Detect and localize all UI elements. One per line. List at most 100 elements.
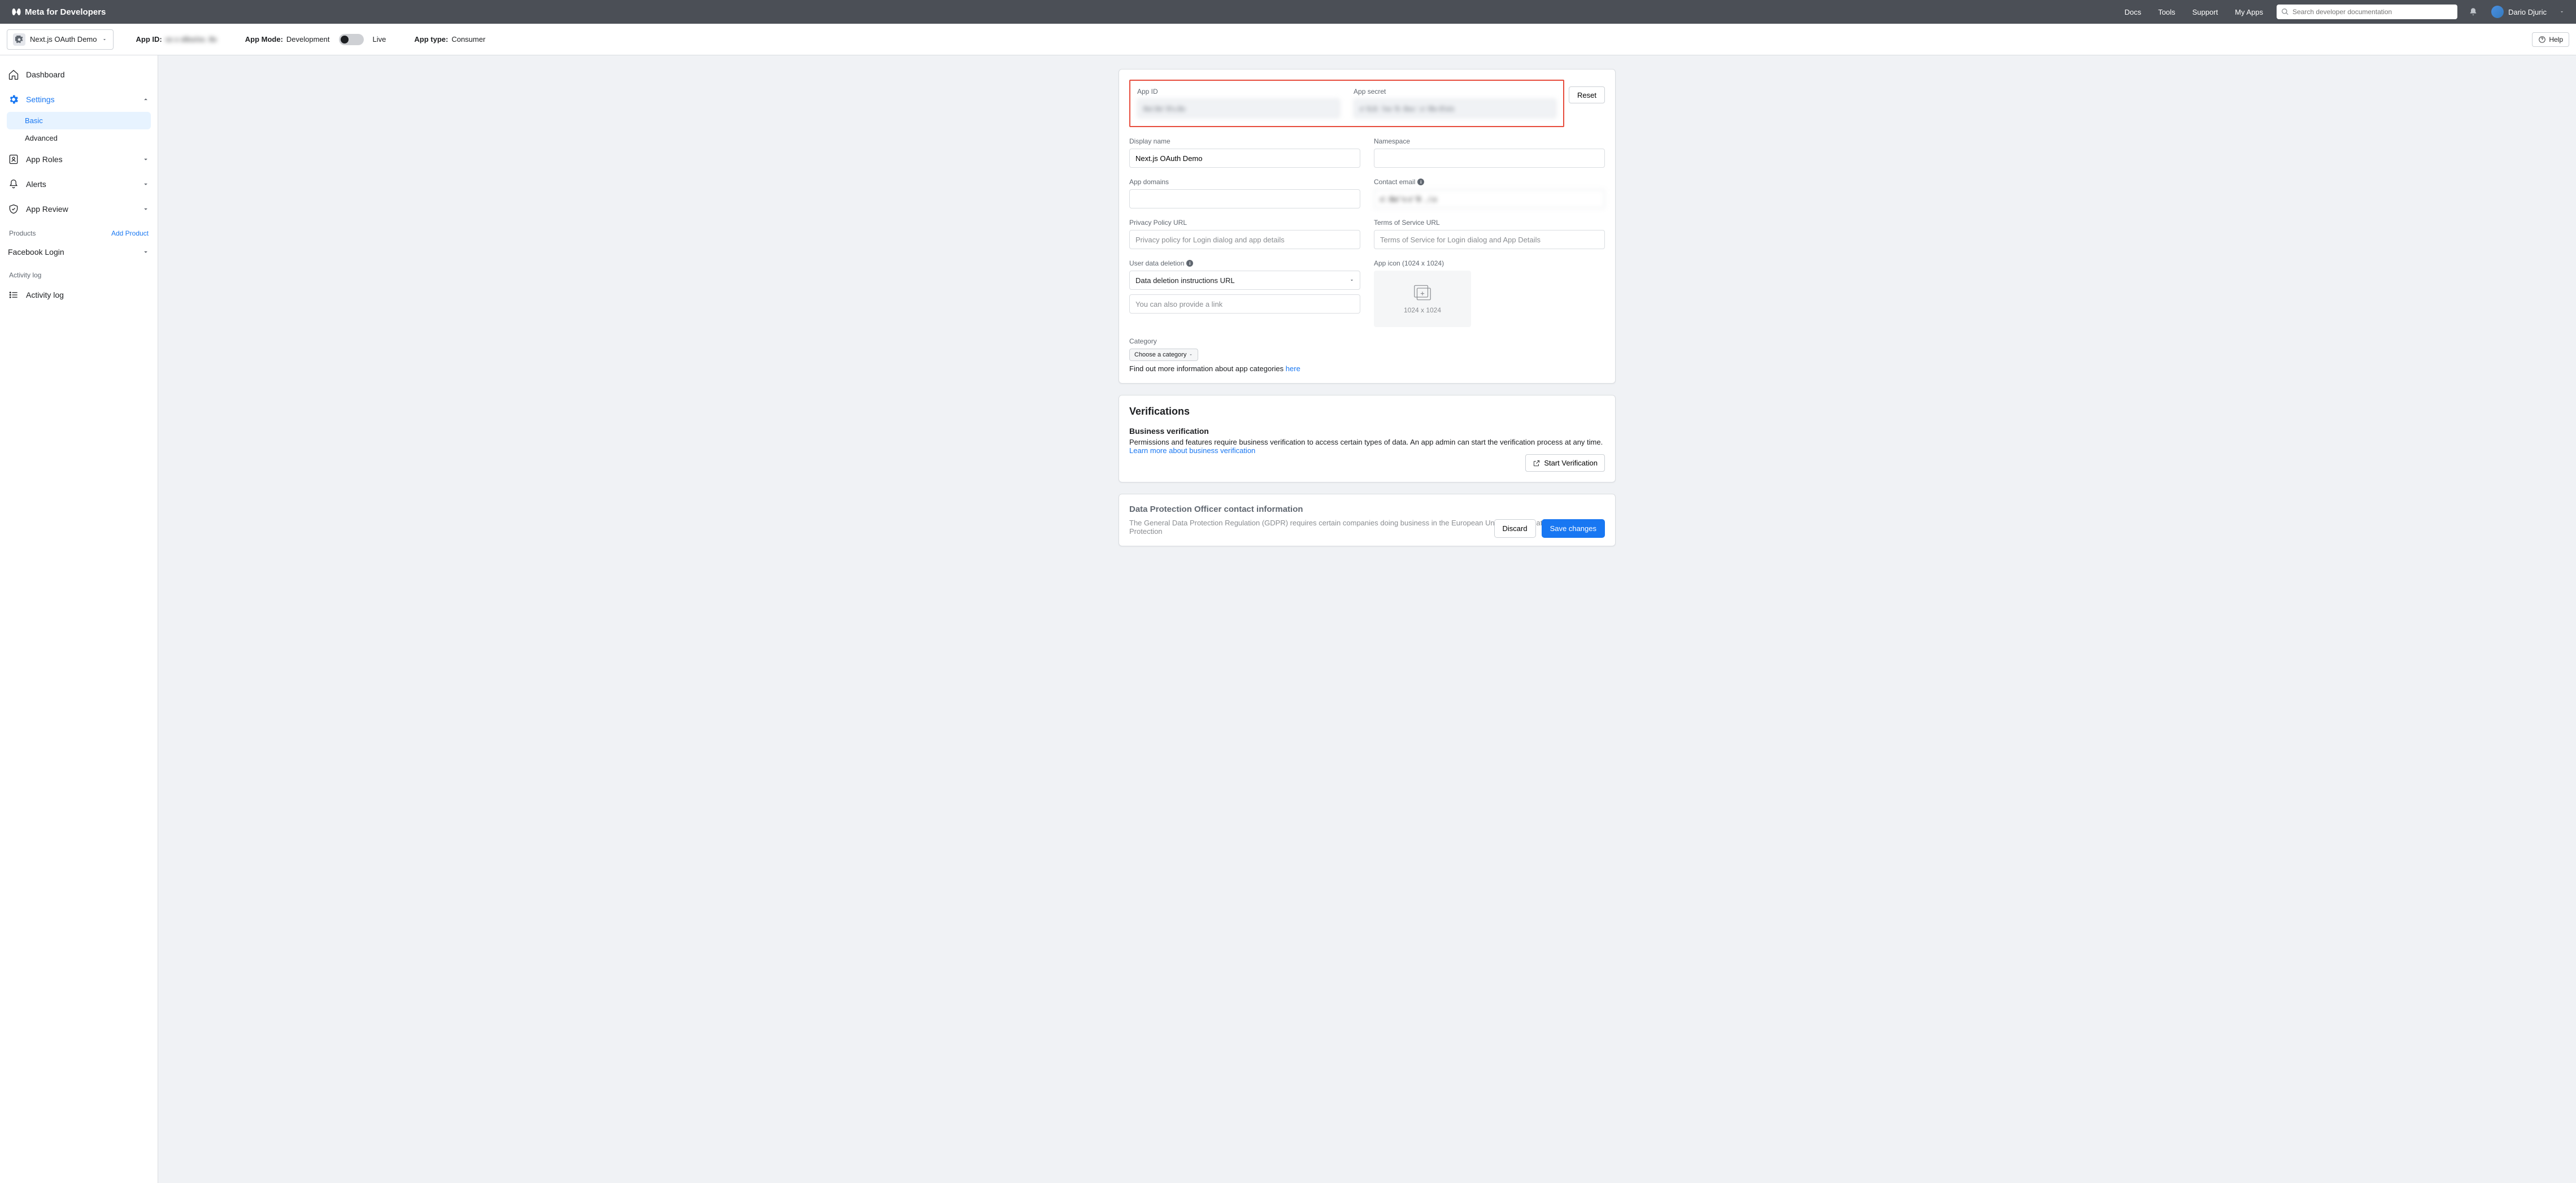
nav-links: Docs Tools Support My Apps bbox=[2125, 8, 2263, 16]
udd-select[interactable]: Data deletion instructions URL bbox=[1129, 271, 1360, 290]
app-id-value: xx x x8xx/xx. 8x bbox=[166, 35, 217, 44]
house-icon bbox=[8, 69, 19, 80]
search-icon bbox=[2281, 8, 2289, 16]
mode-toggle[interactable] bbox=[339, 34, 364, 45]
app-selector[interactable]: Next.js OAuth Demo bbox=[7, 29, 114, 50]
sidebar-alerts[interactable]: Alerts bbox=[0, 172, 158, 197]
brand[interactable]: Meta for Developers bbox=[11, 7, 106, 17]
user-name: Dario Djuric bbox=[2508, 8, 2547, 16]
verif-learn-more-link[interactable]: Learn more about business verification bbox=[1129, 446, 1255, 455]
display-name-label: Display name bbox=[1129, 137, 1360, 145]
udd-label: User data deletion i bbox=[1129, 259, 1360, 267]
app-type-meta: App type: Consumer bbox=[414, 35, 485, 44]
privacy-field[interactable] bbox=[1129, 230, 1360, 249]
add-product-link[interactable]: Add Product bbox=[111, 229, 149, 237]
external-icon bbox=[1533, 459, 1541, 467]
help-icon bbox=[2538, 36, 2546, 44]
search-input[interactable] bbox=[2292, 8, 2453, 16]
category-help: Find out more information about app cate… bbox=[1129, 364, 1605, 373]
chevron-down-icon bbox=[142, 155, 150, 163]
app-icon-uploader[interactable]: 1024 x 1024 bbox=[1374, 271, 1471, 327]
chevron-up-icon bbox=[142, 95, 150, 103]
app-bar: Next.js OAuth Demo App ID: xx x x8xx/xx.… bbox=[0, 24, 2576, 55]
verif-subtitle: Business verification bbox=[1129, 427, 1605, 436]
sidebar-activity-log[interactable]: Activity log bbox=[0, 282, 158, 307]
sidebar-settings[interactable]: Settings bbox=[0, 87, 158, 112]
sidebar-facebook-login[interactable]: Facebook Login bbox=[0, 241, 158, 263]
category-select[interactable]: Choose a category bbox=[1129, 349, 1198, 361]
avatar bbox=[2491, 6, 2504, 18]
app-icon-label: App icon (1024 x 1024) bbox=[1374, 259, 1605, 267]
bell-icon[interactable] bbox=[2469, 7, 2478, 16]
bell-icon bbox=[8, 179, 19, 190]
sidebar: Dashboard Settings Basic Advanced App Ro… bbox=[0, 55, 158, 1183]
dpo-title: Data Protection Officer contact informat… bbox=[1129, 504, 1605, 514]
footer-actions: Discard Save changes bbox=[1494, 519, 1605, 538]
sidebar-settings-advanced[interactable]: Advanced bbox=[25, 129, 158, 147]
app-id-meta: App ID: xx x x8xx/xx. 8x bbox=[136, 35, 217, 44]
chevron-down-icon bbox=[2559, 9, 2565, 15]
sidebar-app-roles[interactable]: App Roles bbox=[0, 147, 158, 172]
contact-email-field[interactable] bbox=[1374, 189, 1605, 208]
sidebar-dashboard[interactable]: Dashboard bbox=[0, 62, 158, 87]
meta-icon bbox=[11, 7, 21, 17]
udd-link-field[interactable] bbox=[1129, 294, 1360, 314]
sidebar-products-label: Products Add Product bbox=[0, 221, 158, 241]
nav-tools[interactable]: Tools bbox=[2158, 8, 2175, 16]
category-label: Category bbox=[1129, 337, 1605, 345]
app-meta: App ID: xx x x8xx/xx. 8x App Mode: Devel… bbox=[136, 34, 486, 45]
help-button[interactable]: Help bbox=[2532, 32, 2569, 47]
main: App ID App secret Reset Displa bbox=[158, 55, 2576, 1183]
gear-icon bbox=[8, 94, 19, 105]
top-nav: Meta for Developers Docs Tools Support M… bbox=[0, 0, 2576, 24]
nav-myapps[interactable]: My Apps bbox=[2235, 8, 2263, 16]
sidebar-app-review[interactable]: App Review bbox=[0, 197, 158, 221]
app-mode-meta: App Mode: Development Live bbox=[245, 34, 386, 45]
sidebar-settings-sub: Basic Advanced bbox=[0, 112, 158, 147]
app-secret-label: App secret bbox=[1354, 88, 1556, 95]
discard-button[interactable]: Discard bbox=[1494, 519, 1536, 538]
credentials-highlight: App ID App secret bbox=[1129, 80, 1564, 127]
gear-icon bbox=[15, 36, 23, 44]
info-icon[interactable]: i bbox=[1186, 260, 1193, 267]
caret-down-icon bbox=[1189, 353, 1193, 357]
tos-label: Terms of Service URL bbox=[1374, 219, 1605, 227]
chevron-down-icon bbox=[142, 248, 150, 256]
app-secret-field[interactable] bbox=[1354, 99, 1556, 118]
privacy-label: Privacy Policy URL bbox=[1129, 219, 1360, 227]
category-row: Category Choose a category Find out more… bbox=[1129, 337, 1605, 373]
category-here-link[interactable]: here bbox=[1286, 364, 1300, 373]
app-domains-field[interactable] bbox=[1129, 189, 1360, 208]
save-button[interactable]: Save changes bbox=[1542, 519, 1605, 538]
namespace-label: Namespace bbox=[1374, 137, 1605, 145]
verifications-card: Verifications Business verification Perm… bbox=[1119, 395, 1616, 482]
app-id-field[interactable] bbox=[1137, 99, 1340, 118]
list-icon bbox=[8, 289, 19, 301]
reset-button[interactable]: Reset bbox=[1569, 86, 1605, 103]
search-wrap[interactable] bbox=[2277, 5, 2457, 19]
verif-desc: Permissions and features require busines… bbox=[1129, 438, 1605, 446]
sidebar-settings-basic[interactable]: Basic bbox=[7, 112, 151, 129]
basic-settings-card: App ID App secret Reset Displa bbox=[1119, 69, 1616, 384]
chevron-down-icon bbox=[142, 205, 150, 213]
app-selector-name: Next.js OAuth Demo bbox=[30, 35, 97, 44]
info-icon[interactable]: i bbox=[1417, 179, 1424, 185]
shield-icon bbox=[8, 203, 19, 215]
user-menu[interactable]: Dario Djuric bbox=[2491, 6, 2565, 18]
chevron-down-icon bbox=[142, 180, 150, 188]
app-domains-label: App domains bbox=[1129, 178, 1360, 186]
contact-email-label: Contact email i bbox=[1374, 178, 1605, 186]
brand-text: Meta for Developers bbox=[25, 7, 106, 17]
nav-support[interactable]: Support bbox=[2192, 8, 2218, 16]
image-plus-icon bbox=[1412, 284, 1433, 302]
tos-field[interactable] bbox=[1374, 230, 1605, 249]
roles-icon bbox=[8, 154, 19, 165]
app-id-label: App ID bbox=[1137, 88, 1340, 95]
verif-title: Verifications bbox=[1129, 406, 1605, 417]
display-name-field[interactable] bbox=[1129, 149, 1360, 168]
app-icon bbox=[13, 33, 25, 46]
caret-down-icon bbox=[102, 37, 107, 42]
nav-docs[interactable]: Docs bbox=[2125, 8, 2142, 16]
start-verification-button[interactable]: Start Verification bbox=[1525, 454, 1605, 472]
namespace-field[interactable] bbox=[1374, 149, 1605, 168]
